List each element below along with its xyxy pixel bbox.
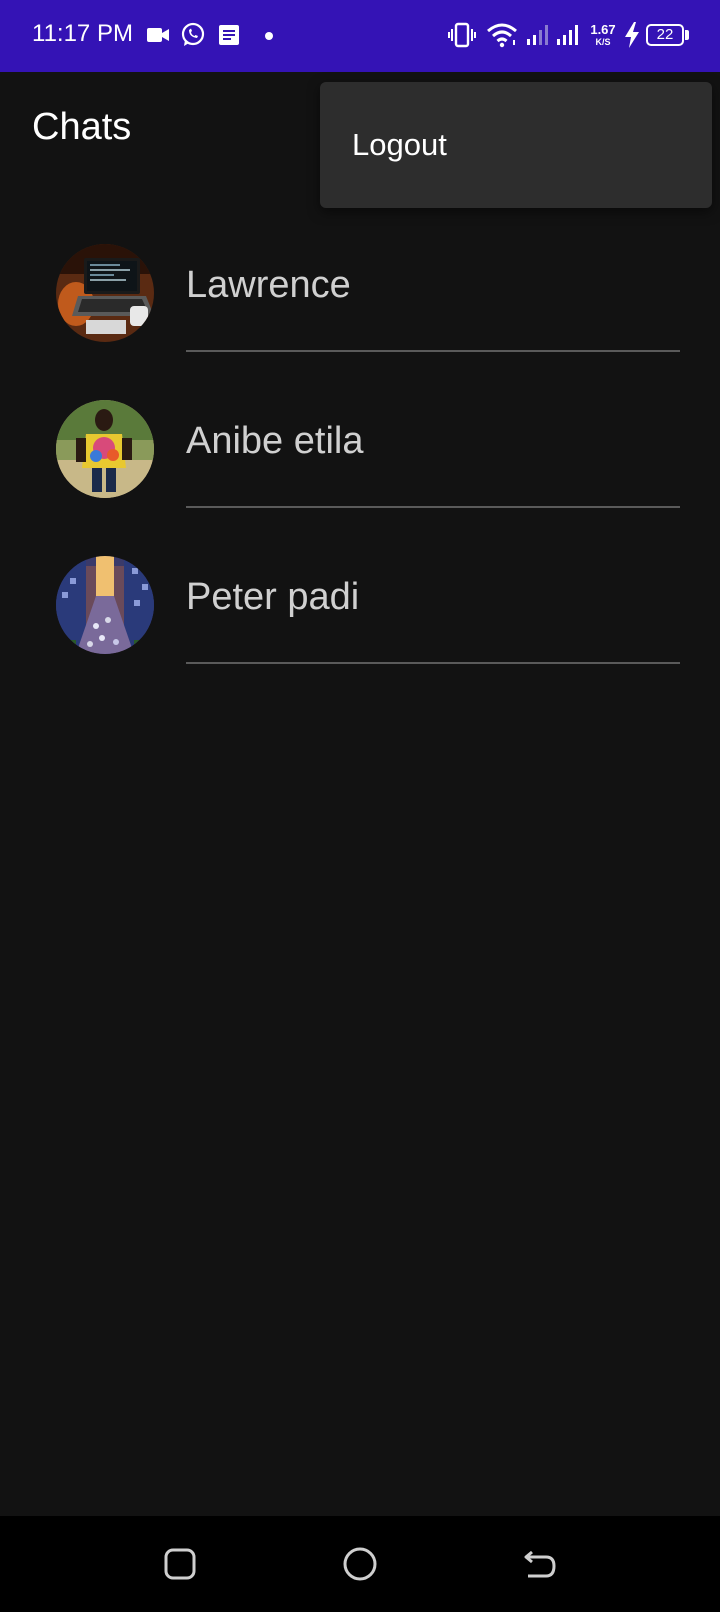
chat-list-item[interactable]: Lawrence: [0, 236, 720, 392]
status-time: 11:17 PM: [32, 20, 133, 47]
avatar: [56, 556, 154, 654]
network-speed-unit: K/S: [595, 37, 611, 47]
status-bar: 11:17 PM 1.67 K/S 22: [0, 0, 720, 72]
home-icon[interactable]: [340, 1544, 380, 1584]
battery-level: 22: [656, 26, 674, 43]
avatar: [56, 244, 154, 342]
vibrate-icon: [448, 22, 476, 48]
page-title: Chats: [32, 106, 132, 148]
message-icon: [219, 25, 239, 45]
avatar: [56, 400, 154, 498]
logout-menu-item[interactable]: Logout: [320, 82, 712, 208]
recents-icon[interactable]: [160, 1544, 200, 1584]
divider: [186, 506, 680, 508]
network-speed-value: 1.67: [590, 22, 616, 37]
overflow-menu: Logout: [320, 82, 712, 208]
wifi-icon: [487, 23, 517, 48]
chat-list: Lawrence Anibe etila Peter padi: [0, 236, 720, 704]
chat-name: Lawrence: [186, 264, 351, 306]
battery-nub: [685, 30, 689, 40]
chat-list-item[interactable]: Anibe etila: [0, 392, 720, 548]
battery-icon: 22: [646, 24, 684, 46]
chat-name: Peter padi: [186, 576, 360, 618]
whatsapp-icon: [181, 22, 205, 46]
person-tie-dye-shirt-photo: [56, 400, 154, 498]
back-icon[interactable]: [520, 1544, 560, 1584]
charging-icon: [625, 22, 639, 48]
signal-icon: [557, 25, 578, 45]
laptop-photo: [56, 244, 154, 342]
divider: [186, 350, 680, 352]
network-speed: 1.67 K/S: [588, 22, 618, 48]
city-street-photo: [56, 556, 154, 654]
chat-list-item[interactable]: Peter padi: [0, 548, 720, 704]
notification-dot-icon: [265, 32, 273, 40]
signal-icon: [527, 25, 548, 45]
video-camera-icon: [147, 28, 169, 42]
navigation-bar: [0, 1516, 720, 1612]
chat-name: Anibe etila: [186, 420, 364, 462]
divider: [186, 662, 680, 664]
